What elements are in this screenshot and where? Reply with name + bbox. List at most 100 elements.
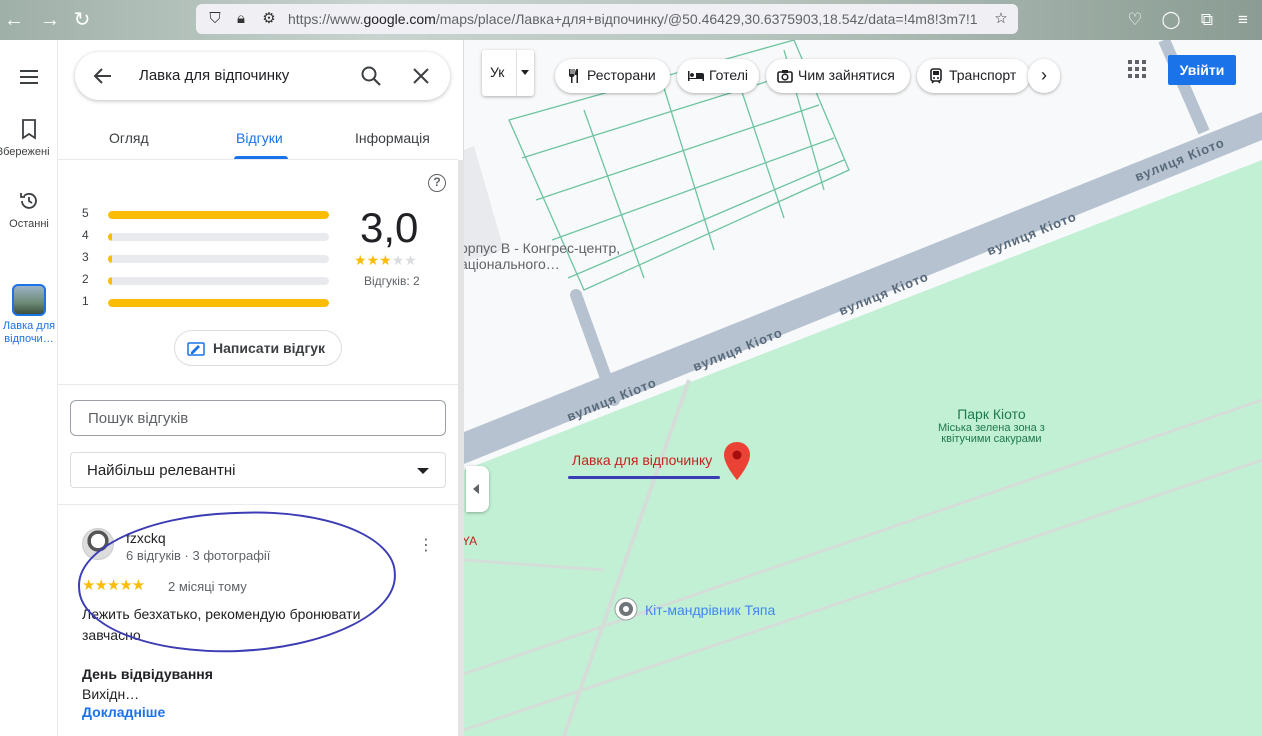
address-bar[interactable]: ⛉ 🔒︎ ⚙ https://www.google.com/maps/place…	[196, 4, 1018, 34]
chip-transport[interactable]: Транспорт	[917, 59, 1030, 93]
bookmark-icon	[22, 119, 36, 140]
poi-pin-icon[interactable]	[614, 597, 638, 625]
star-empty-icon: ★	[404, 252, 417, 268]
star-filled-icon: ★	[379, 252, 392, 268]
chip-label: Ресторани	[587, 67, 656, 83]
tab-reviews[interactable]: Відгуки	[236, 130, 283, 146]
park-label[interactable]: Парк Кіото Міська зелена зона з квітучим…	[938, 406, 1045, 445]
rating-bar-label: 2	[82, 272, 89, 286]
account-icon[interactable]: ◯	[1160, 9, 1182, 31]
rating-bar-track	[108, 255, 329, 263]
selected-place-label[interactable]: Лавка для відпочинку	[572, 452, 712, 468]
rail-menu[interactable]	[0, 66, 58, 94]
star-filled-icon: ★	[366, 252, 380, 268]
place-tabs: Огляд Відгуки Інформація	[58, 120, 458, 160]
side-road-right	[1158, 40, 1210, 135]
train-icon	[930, 68, 942, 84]
rating-stars: ★★★★★	[354, 252, 417, 269]
rating-bar-label: 4	[82, 228, 89, 242]
back-arrow-icon[interactable]	[91, 64, 115, 88]
cut-off-label: YA	[464, 534, 478, 548]
chevron-left-icon	[473, 484, 479, 494]
bookmark-star-icon[interactable]: ☆	[992, 10, 1010, 28]
place-side-panel: Лавка для відпочинку Огляд Відгуки Інфор…	[58, 40, 464, 736]
chips-next-button[interactable]: ›	[1028, 59, 1060, 93]
close-icon[interactable]	[409, 64, 433, 88]
place-thumbnail	[12, 284, 46, 316]
camera-icon	[777, 70, 793, 83]
tab-info[interactable]: Інформація	[355, 130, 430, 146]
write-review-button[interactable]: Написати відгук	[174, 330, 342, 366]
active-tab-indicator	[234, 156, 288, 159]
rating-bar-label: 5	[82, 206, 89, 220]
rating-bar-fill	[108, 211, 329, 219]
sign-in-button[interactable]: Увійти	[1168, 55, 1236, 85]
rating-bar-fill	[108, 233, 113, 241]
chevron-down-icon[interactable]	[521, 70, 529, 75]
rail-current-place[interactable]: Лавка для відпочи…	[0, 284, 58, 346]
pocket-icon[interactable]: ♡	[1124, 9, 1146, 31]
lock-icon: 🔒︎	[237, 10, 245, 27]
permissions-icon[interactable]: ⚙	[260, 10, 278, 28]
rail-recent[interactable]: Останні	[0, 190, 58, 230]
search-box[interactable]: Лавка для відпочинку	[75, 52, 450, 100]
place-underline-annotation	[568, 476, 720, 479]
url-text[interactable]: https://www.google.com/maps/place/Лавка+…	[288, 11, 978, 27]
more-options-icon[interactable]: ⋮	[418, 536, 434, 556]
divider	[58, 384, 458, 385]
sort-selected-value: Найбільш релевантні	[87, 462, 236, 479]
extensions-icon[interactable]: ⧉	[1196, 9, 1218, 31]
rating-bar-row: 3	[82, 248, 332, 270]
review-search-field[interactable]	[70, 400, 446, 436]
building-label-line: орпус В - Конгрес-центр,	[464, 240, 621, 256]
chip-hotels[interactable]: Готелі	[677, 59, 759, 93]
rating-bar-row: 2	[82, 270, 332, 292]
reload-icon[interactable]: ↻	[70, 8, 94, 32]
star-filled-icon: ★	[354, 252, 367, 268]
layer-select-label: Ук	[490, 64, 505, 80]
review-search-input[interactable]	[72, 402, 444, 434]
rating-bar-row: 1	[82, 292, 332, 314]
review-sort-select[interactable]: Найбільш релевантні	[70, 452, 446, 488]
tab-overview[interactable]: Огляд	[109, 130, 149, 146]
rating-bar-row: 5	[82, 204, 332, 226]
map-canvas[interactable]: вулиця Кіото вулиця Кіото вулиця Кіото в…	[464, 40, 1262, 736]
poi-label[interactable]: Кіт-мандрівник Тяпа	[645, 602, 775, 618]
help-icon[interactable]: ?	[428, 174, 446, 192]
apps-grid-icon[interactable]	[1128, 60, 1146, 78]
hotel-bed-icon	[688, 71, 704, 81]
dropdown-caret-icon	[417, 468, 429, 474]
hamburger-menu-icon[interactable]	[18, 66, 40, 88]
rail-recent-label: Останні	[9, 218, 49, 230]
rating-bar-track	[108, 233, 329, 241]
place-pin-icon[interactable]	[724, 442, 750, 480]
rail-saved[interactable]: Збережені	[0, 118, 58, 158]
write-review-label: Написати відгук	[213, 340, 326, 356]
menu-icon[interactable]: ≡	[1232, 9, 1254, 31]
forward-arrow-icon[interactable]: →	[38, 8, 62, 32]
more-link[interactable]: Докладніше	[82, 704, 165, 720]
building-label[interactable]: орпус В - Конгрес-центр, аціонального…	[464, 240, 620, 272]
rating-bar-fill	[108, 277, 113, 285]
chip-restaurants[interactable]: Ресторани	[555, 59, 670, 93]
panel-scrollbar[interactable]	[458, 160, 464, 736]
divider	[58, 504, 458, 505]
search-icon[interactable]	[359, 64, 383, 88]
browser-toolbar: ← → ↻ ⛉ 🔒︎ ⚙ https://www.google.com/maps…	[0, 0, 1262, 40]
restaurant-icon	[569, 69, 578, 83]
rail-saved-label: Збережені	[0, 146, 50, 158]
rating-bar-fill	[108, 255, 113, 263]
rating-bar-track	[108, 277, 329, 285]
visit-day-title: День відвідування	[82, 666, 213, 682]
review-count: Відгуків: 2	[364, 274, 420, 288]
collapse-panel-button[interactable]	[466, 466, 489, 512]
rating-bar-label: 3	[82, 250, 89, 264]
chip-things-to-do[interactable]: Чим зайнятися	[766, 59, 910, 93]
map-language-select[interactable]: Ук	[482, 50, 534, 96]
building-label-line: аціонального…	[464, 256, 560, 272]
edit-review-icon	[187, 342, 205, 356]
rating-bar-label: 1	[82, 294, 89, 308]
back-arrow-icon[interactable]: ←	[2, 8, 26, 32]
search-query[interactable]: Лавка для відпочинку	[139, 67, 289, 84]
shield-icon: ⛉	[209, 10, 221, 27]
